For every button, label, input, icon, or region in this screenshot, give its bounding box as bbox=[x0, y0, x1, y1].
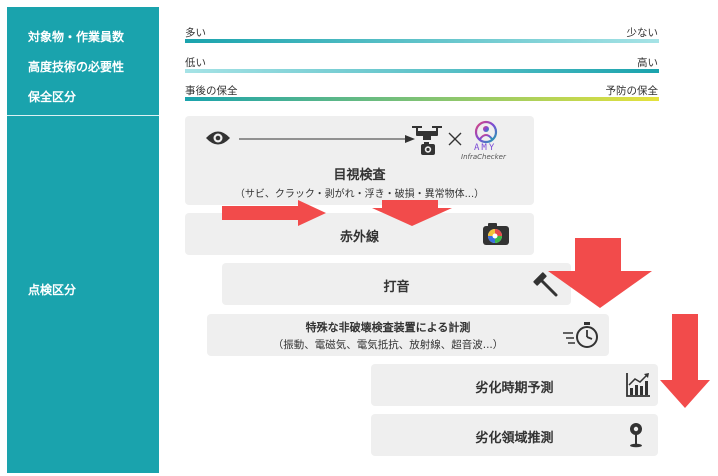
maintenance-category-label: 保全区分 bbox=[28, 90, 77, 104]
scale-2-gradient-bar bbox=[185, 69, 659, 73]
hammer-sound-panel: 打音 bbox=[222, 263, 571, 305]
visual-inspection-panel: AMY InfraChecker 目視検査 （サビ、クラック・剥がれ・浮き・破損… bbox=[185, 116, 534, 205]
target-count-label: 対象物・作業員数 bbox=[28, 30, 125, 44]
color-camera-icon bbox=[482, 222, 510, 246]
map-pin-icon bbox=[628, 422, 644, 448]
logo-brand-text: AMY bbox=[474, 143, 497, 153]
sidebar-divider bbox=[7, 115, 159, 116]
nondestructive-panel: 特殊な非破壊検査装置による計測 （振動、電磁気、電気抵抗、放射線、超音波...） bbox=[207, 314, 609, 356]
skill-requirement-label: 高度技術の必要性 bbox=[28, 60, 125, 74]
scale-2-left-label: 低い bbox=[185, 57, 206, 69]
scale-1-left-label: 多い bbox=[185, 27, 206, 39]
scale-1-right-label: 少ない bbox=[626, 27, 659, 39]
deterioration-area-panel: 劣化領域推測 bbox=[371, 414, 658, 456]
scale-3-gradient-bar bbox=[185, 97, 659, 101]
red-arrow-right bbox=[222, 200, 326, 226]
eye-icon bbox=[205, 129, 231, 147]
scale-3-right-label: 予防の保全 bbox=[605, 85, 659, 97]
red-arrow-down-small bbox=[372, 200, 452, 226]
visual-inspection-subtitle: （サビ、クラック・剥がれ・浮き・破損・異常物体...） bbox=[234, 189, 485, 200]
chart-icon bbox=[625, 372, 651, 398]
red-arrow-down-tall bbox=[660, 314, 710, 408]
logo-sub-text: InfraChecker bbox=[461, 153, 506, 161]
deterioration-timing-panel: 劣化時期予測 bbox=[371, 364, 658, 406]
drone-icon bbox=[411, 122, 443, 158]
scale-2-right-label: 高い bbox=[637, 57, 658, 69]
nondestructive-title: 特殊な非破壊検査装置による計測 bbox=[305, 321, 471, 334]
hammer-sound-title: 打音 bbox=[383, 280, 410, 295]
nondestructive-subtitle: （振動、電磁気、電気抵抗、放射線、超音波...） bbox=[272, 339, 504, 351]
scale-1-gradient-bar bbox=[185, 39, 659, 43]
amy-infrachecker-logo: AMY InfraChecker bbox=[461, 120, 525, 166]
red-arrow-down-large bbox=[548, 238, 652, 308]
flow-arrow bbox=[239, 135, 415, 143]
scale-3-left-label: 事後の保全 bbox=[185, 85, 238, 97]
stopwatch-icon bbox=[562, 319, 600, 351]
inspection-category-label: 点検区分 bbox=[28, 283, 77, 297]
deterioration-area-title: 劣化領域推測 bbox=[475, 431, 554, 446]
visual-inspection-title: 目視検査 bbox=[333, 168, 386, 183]
sidebar: 対象物・作業員数 高度技術の必要性 保全区分 点検区分 bbox=[7, 7, 159, 473]
deterioration-timing-title: 劣化時期予測 bbox=[475, 381, 554, 396]
